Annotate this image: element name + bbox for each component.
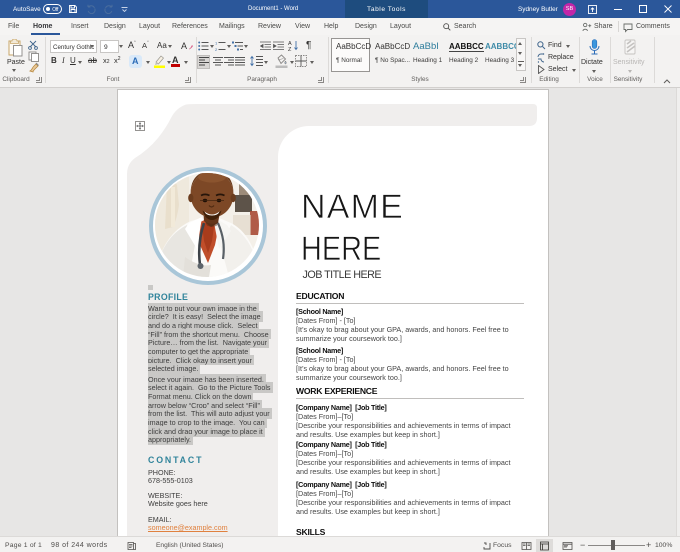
svg-text:Z: Z — [288, 47, 292, 51]
svg-text:1: 1 — [215, 41, 218, 45]
svg-text:2: 2 — [215, 47, 218, 51]
svg-text:A: A — [181, 41, 187, 51]
